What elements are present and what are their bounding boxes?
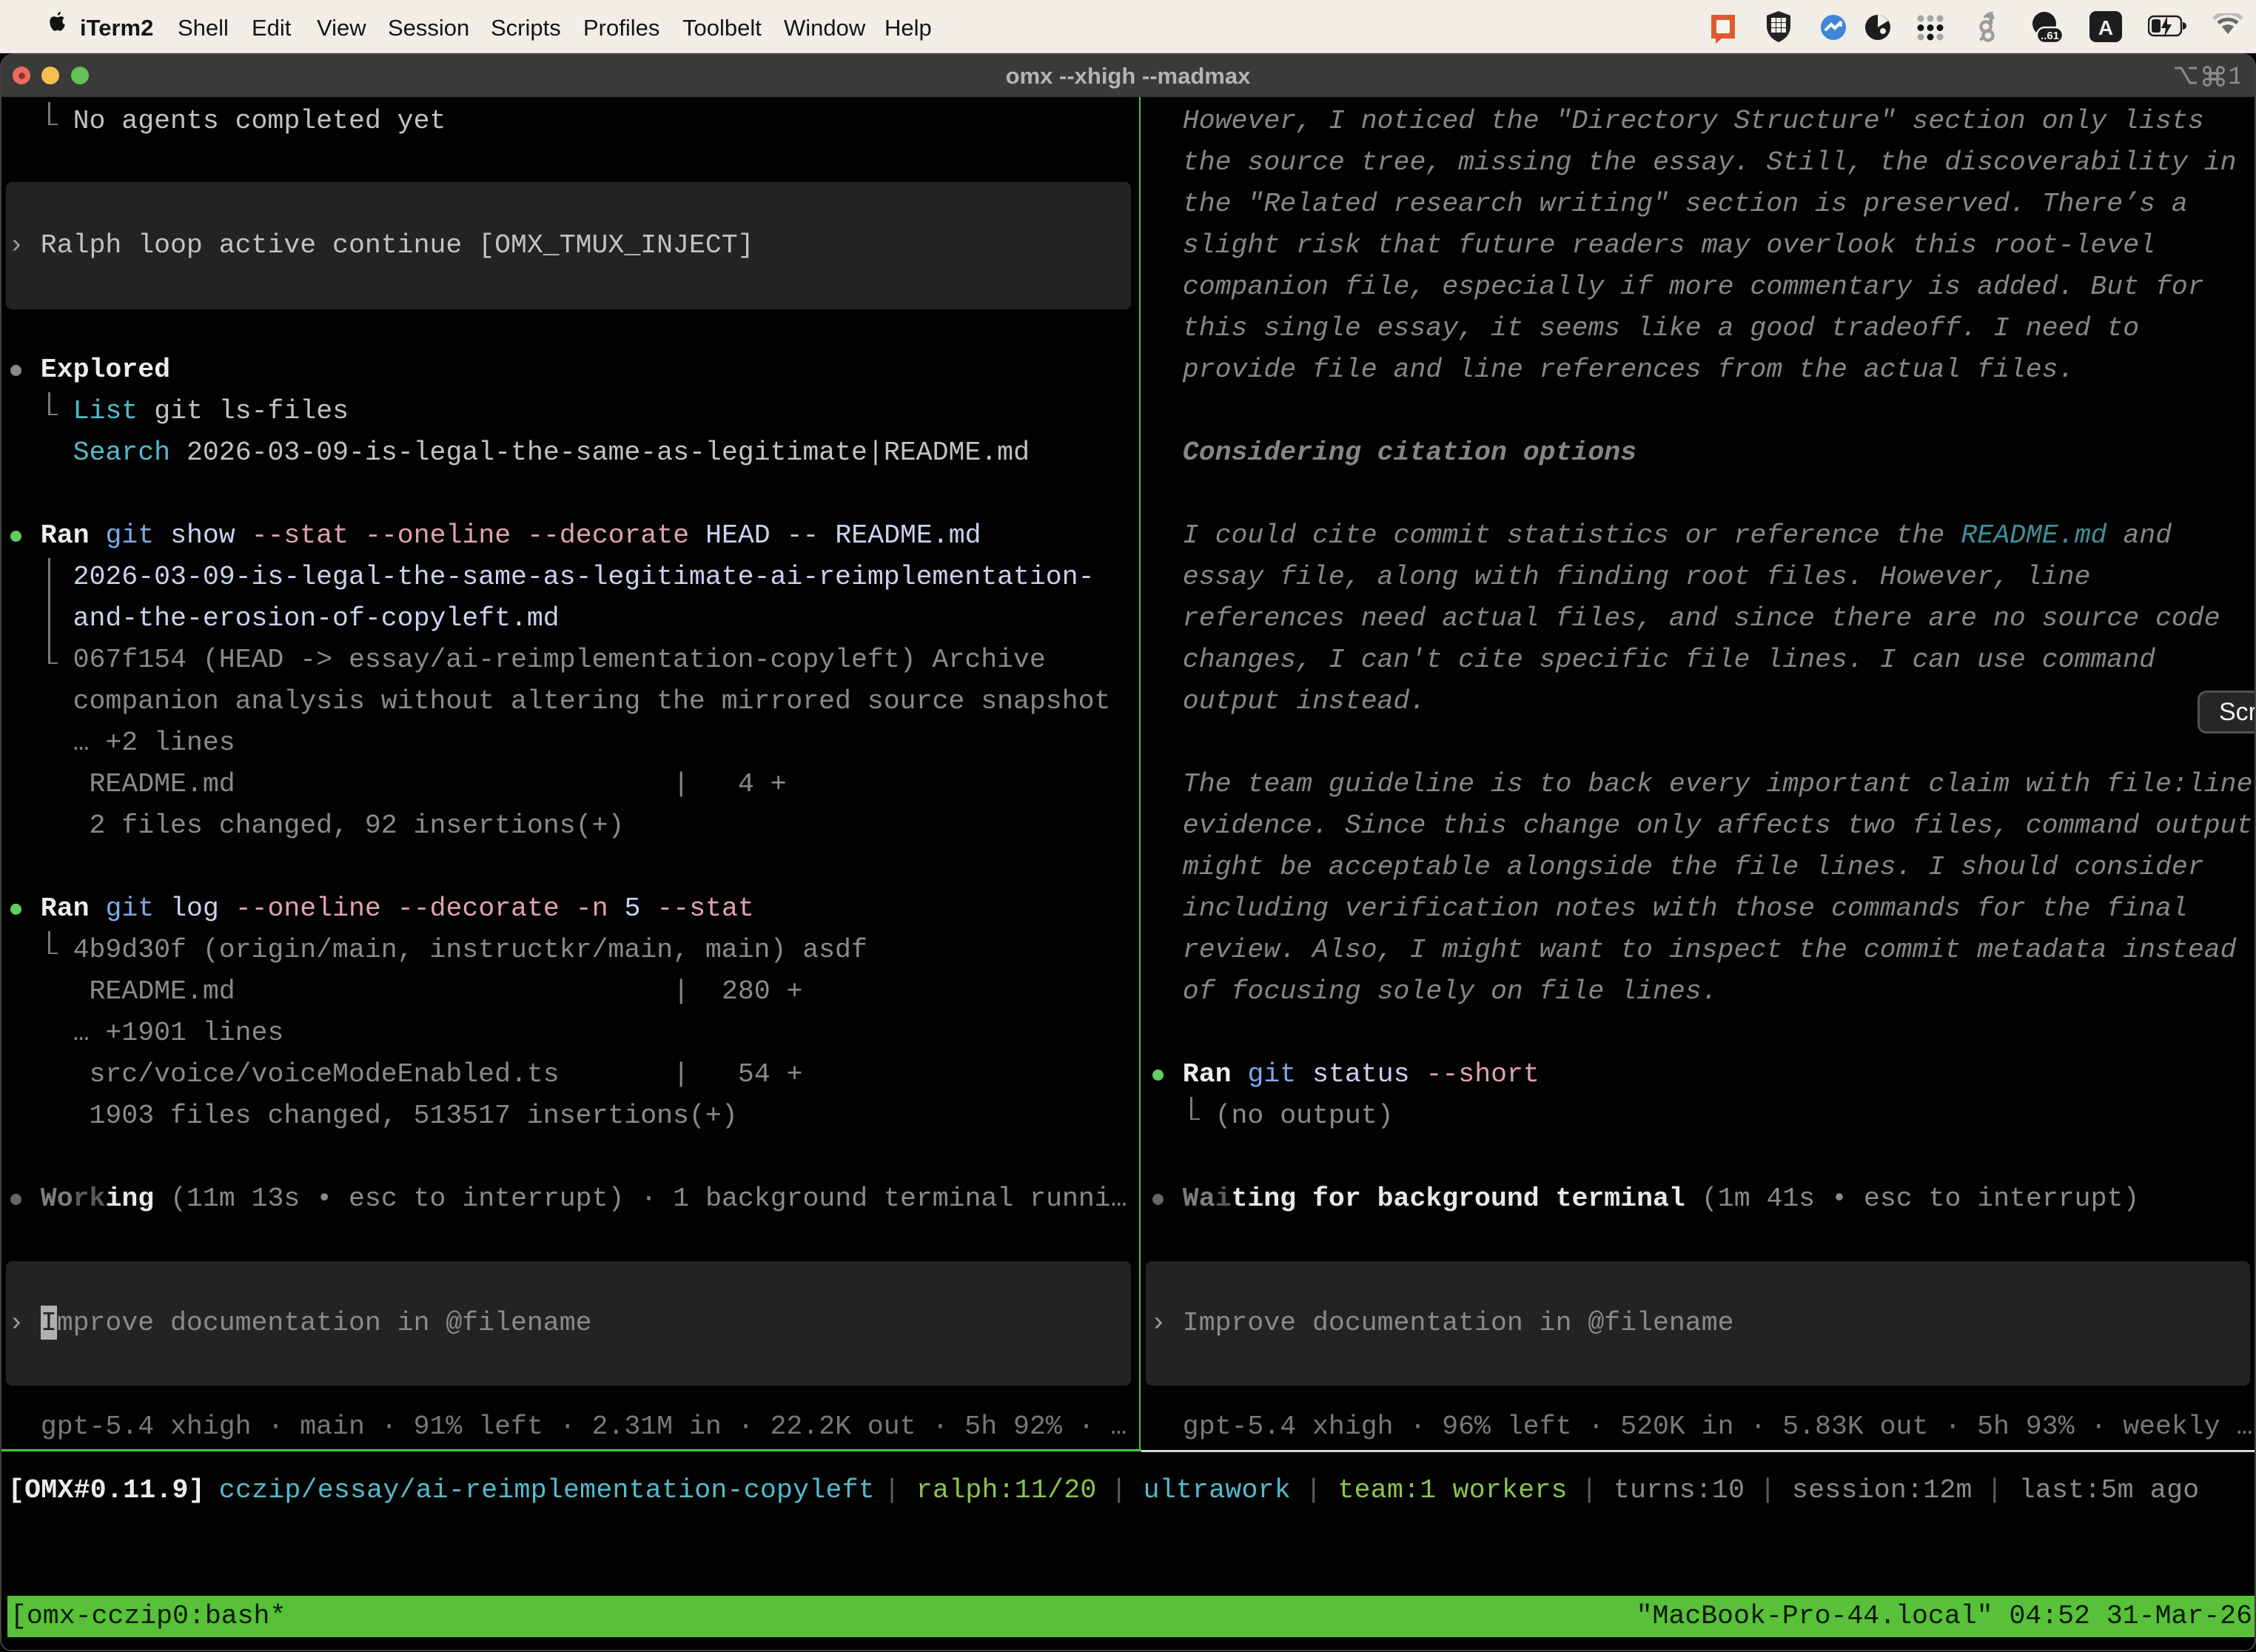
svg-text:A: A (2098, 16, 2113, 39)
svg-text:..61: ..61 (2041, 30, 2059, 42)
svg-text:1: 1 (2228, 64, 2240, 87)
